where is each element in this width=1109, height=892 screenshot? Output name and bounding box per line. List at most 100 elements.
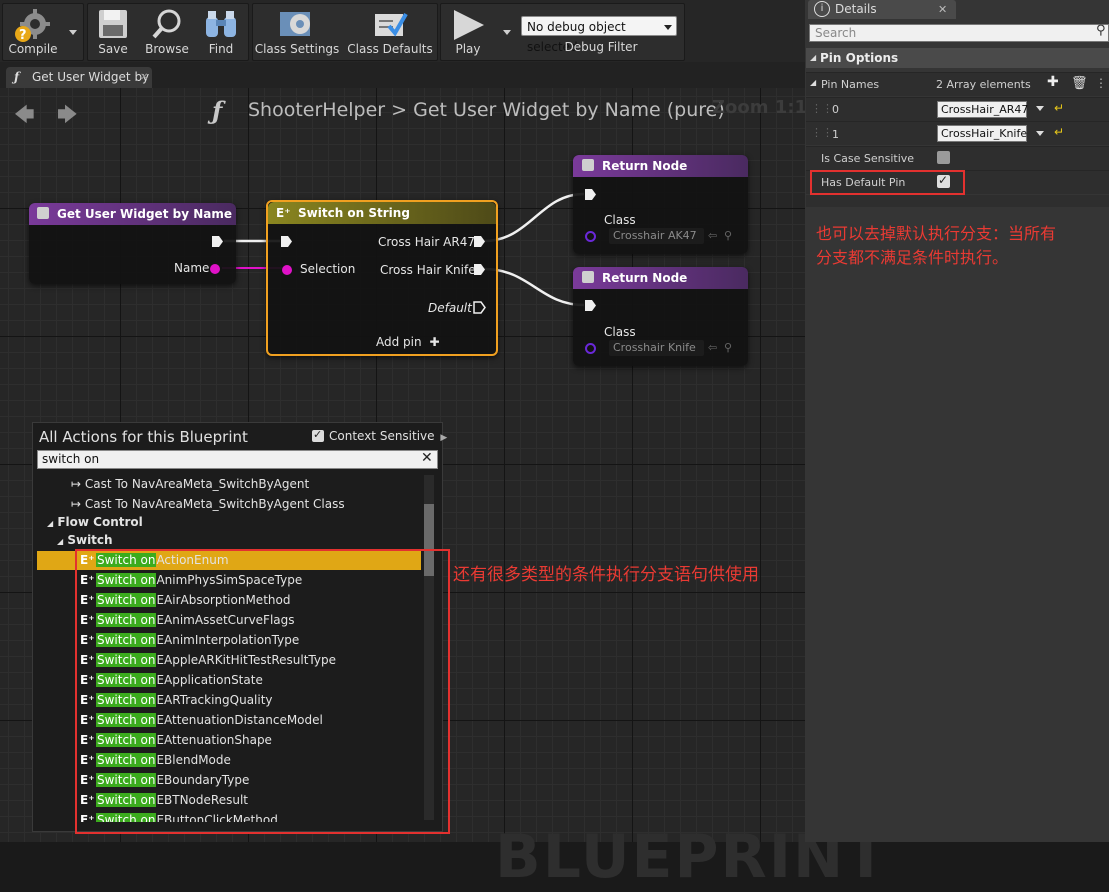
pin-label-class: Class — [604, 213, 636, 227]
string-pin-icon[interactable] — [210, 264, 220, 274]
class-pin-icon[interactable] — [585, 343, 596, 354]
actions-title: All Actions for this Blueprint — [39, 428, 248, 446]
browse-magnifier-icon[interactable]: ⚲ — [724, 341, 732, 354]
exec-out-pin-icon[interactable] — [473, 235, 486, 248]
chevron-down-icon[interactable] — [1036, 131, 1044, 136]
annotation-right-note-line1: 也可以去掉默认执行分支：当所有 — [816, 224, 1057, 243]
exec-out-pin-icon[interactable] — [211, 235, 224, 248]
category-flow-control[interactable]: ◢ Flow Control — [47, 512, 143, 532]
reset-to-default-icon[interactable]: ↵ — [1054, 101, 1064, 115]
use-selected-arrow-icon[interactable]: ⇦ — [708, 229, 717, 242]
drag-handle-icon[interactable]: ⋮⋮ — [811, 102, 833, 115]
class-pin-icon[interactable] — [585, 231, 596, 242]
context-sensitive-text: Context Sensitive — [329, 429, 435, 443]
cast-icon: ↦ — [71, 497, 85, 511]
actions-search-input[interactable]: switch on ✕ — [37, 450, 438, 469]
class-value: Crosshair Knife — [613, 341, 696, 354]
exec-wire-case1 — [483, 192, 585, 243]
node-header: Return Node — [573, 155, 748, 177]
pin-name-value-1: CrossHair_Knife — [941, 127, 1028, 140]
node-title: Switch on String — [298, 206, 410, 220]
details-search-input[interactable]: Search ⚲ — [809, 23, 1109, 42]
details-tab[interactable] — [808, 0, 956, 19]
annotation-box-switch-list — [75, 549, 450, 834]
pin-options-label: Pin Options — [820, 51, 899, 65]
pin-name-value-0: CrossHair_AR47 — [941, 103, 1029, 116]
class-select-2[interactable]: Crosshair Knife — [609, 340, 704, 356]
pin-label-case2: Cross Hair Knife — [380, 263, 476, 277]
list-item[interactable]: ↦ Cast To NavAreaMeta_SwitchByAgent — [71, 474, 309, 494]
annotation-right-note-line2: 分支都不满足条件时执行。 — [816, 248, 1009, 267]
exec-in-pin-icon[interactable] — [584, 299, 597, 312]
category-switch[interactable]: ◢ Switch — [57, 530, 113, 550]
pin-name-input-0[interactable]: CrossHair_AR47 — [937, 101, 1029, 118]
node-header: E⁺ Switch on String — [268, 202, 496, 224]
pin-index-1: 1 — [832, 128, 839, 141]
close-icon[interactable]: ✕ — [938, 3, 947, 16]
node-return-icon — [582, 159, 594, 171]
cast-icon: ↦ — [71, 477, 85, 491]
annotation-box-has-default — [810, 170, 965, 195]
node-header: Return Node — [573, 267, 748, 289]
context-sensitive-checkbox[interactable]: ✓ — [312, 428, 324, 442]
exec-default-pin-icon[interactable] — [473, 301, 486, 314]
node-get-user-widget-by-name[interactable]: Get User Widget by Name Name — [29, 203, 236, 284]
category-label: Flow Control — [57, 515, 143, 529]
chevron-right-icon: ▶ — [440, 433, 448, 443]
search-icon: ⚲ — [1096, 23, 1106, 38]
list-item-label: Cast To NavAreaMeta_SwitchByAgent — [84, 477, 310, 491]
switch-icon: E⁺ — [276, 206, 291, 220]
expand-triangle-icon: ◢ — [57, 537, 64, 546]
pin-label-selection: Selection — [300, 262, 356, 276]
trash-icon[interactable]: 🗑 — [1071, 76, 1088, 91]
clear-search-icon[interactable]: ✕ — [421, 450, 433, 467]
browse-magnifier-icon[interactable]: ⚲ — [724, 229, 732, 242]
node-return-1[interactable]: Return Node Class Crosshair AK47 ⇦ ⚲ — [573, 155, 748, 254]
drag-handle-icon[interactable]: ⋮⋮ — [811, 126, 833, 139]
plus-icon: ✚ — [429, 335, 440, 349]
exec-in-pin-icon[interactable] — [280, 235, 293, 248]
context-sensitive-label: Context Sensitive ▶ — [329, 429, 447, 443]
details-empty-row — [806, 195, 1109, 207]
class-value: Crosshair AK47 — [613, 229, 697, 242]
chevron-down-icon[interactable] — [1036, 106, 1044, 111]
pin-names-label: Pin Names — [821, 78, 880, 91]
category-label: Switch — [67, 533, 113, 547]
info-icon: i — [814, 1, 830, 17]
vertical-grip-icon[interactable]: ⋮ — [1095, 76, 1107, 90]
pin-label-default: Default — [428, 301, 472, 315]
list-item-label: Cast To NavAreaMeta_SwitchByAgent Class — [84, 497, 345, 511]
exec-in-pin-icon[interactable] — [584, 188, 597, 201]
expand-triangle-icon: ◢ — [47, 519, 54, 528]
pin-label-case1: Cross Hair AR47 — [378, 235, 475, 249]
node-title: Get User Widget by Name — [57, 207, 232, 221]
add-pin-button[interactable]: Add pin ✚ — [376, 335, 440, 349]
node-return-2[interactable]: Return Node Class Crosshair Knife ⇦ ⚲ — [573, 267, 748, 366]
pin-label-class: Class — [604, 325, 636, 339]
node-header: Get User Widget by Name — [29, 203, 236, 225]
add-element-icon[interactable]: ✚ — [1047, 74, 1059, 90]
node-title: Return Node — [602, 271, 688, 285]
node-function-icon — [37, 207, 49, 219]
reset-to-default-icon[interactable]: ↵ — [1054, 125, 1064, 139]
case-sensitive-label: Is Case Sensitive — [821, 152, 915, 165]
use-selected-arrow-icon[interactable]: ⇦ — [708, 341, 717, 354]
exec-wire-case2 — [483, 267, 585, 307]
details-title: Details — [835, 2, 877, 16]
node-return-icon — [582, 271, 594, 283]
exec-out-pin-icon[interactable] — [473, 263, 486, 276]
expand-triangle-icon[interactable]: ◢ — [810, 78, 816, 87]
case-sensitive-checkbox[interactable] — [937, 151, 950, 164]
pin-label-name: Name — [174, 261, 210, 275]
list-item[interactable]: ↦ Cast To NavAreaMeta_SwitchByAgent Clas… — [71, 494, 345, 514]
annotation-list-note: 还有很多类型的条件执行分支语句供使用 — [453, 565, 759, 585]
annotation-right-note: 也可以去掉默认执行分支：当所有 分支都不满足条件时执行。 — [816, 222, 1056, 270]
pin-name-input-1[interactable]: CrossHair_Knife — [937, 125, 1027, 142]
class-select-1[interactable]: Crosshair AK47 — [609, 228, 704, 244]
expand-triangle-icon: ◢ — [810, 53, 817, 62]
string-pin-icon[interactable] — [282, 265, 292, 275]
node-title: Return Node — [602, 159, 688, 173]
actions-search-value: switch on — [42, 452, 100, 466]
node-switch-on-string[interactable]: E⁺ Switch on String Selection Cross Hair… — [266, 200, 498, 356]
check-icon: ✓ — [313, 428, 323, 441]
